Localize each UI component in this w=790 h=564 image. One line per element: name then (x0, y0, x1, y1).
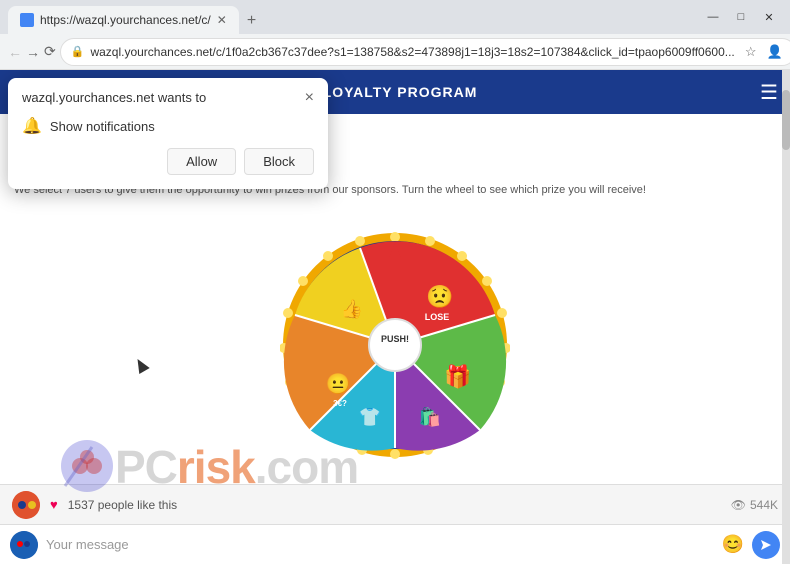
emoji-button[interactable]: 😊 (722, 534, 744, 555)
svg-text:👕: 👕 (359, 407, 381, 427)
page-content: LOYALTY PROGRAM ☰ Thursday, 28 January 2… (0, 70, 790, 564)
comment-bar: Your message 😊 (0, 524, 790, 564)
svg-text:LOSE: LOSE (425, 312, 450, 322)
eye-icon: 👁 (731, 498, 746, 512)
likes-count: 1537 people like this (68, 498, 177, 512)
new-tab-button[interactable]: + (239, 8, 264, 34)
toolbar: ← → ⟳ 🔒 wazql.yourchances.net/c/1f0a2cb3… (0, 34, 790, 70)
site-header-menu-icon[interactable]: ☰ (760, 80, 778, 105)
svg-text:😟: 😟 (426, 284, 453, 309)
allow-button[interactable]: Allow (167, 148, 236, 175)
comment-input[interactable]: Your message (46, 537, 714, 552)
block-button[interactable]: Block (244, 148, 314, 175)
popup-close-button[interactable]: × (305, 90, 314, 106)
minimize-button[interactable]: — (700, 7, 726, 27)
comment-avatar (10, 531, 38, 559)
site-header-title: LOYALTY PROGRAM (323, 84, 478, 100)
forward-button[interactable]: → (26, 38, 40, 66)
popup-header: wazql.yourchances.net wants to × (22, 90, 314, 106)
bell-icon: 🔔 (22, 116, 42, 136)
window-controls: — □ ✕ (700, 7, 782, 27)
maximize-button[interactable]: □ (728, 7, 754, 27)
send-button[interactable] (752, 531, 780, 559)
svg-text:😐: 😐 (326, 372, 351, 395)
security-icon: 🔒 (71, 45, 85, 58)
tab-title: https://wazql.yourchances.net/c/ (40, 13, 211, 27)
active-tab[interactable]: https://wazql.yourchances.net/c/ ✕ (8, 6, 239, 34)
back-button[interactable]: ← (8, 38, 22, 66)
social-bar: ♥ 1537 people like this 👁 544K (0, 484, 790, 524)
address-bar-icons: ☆ 👤 (741, 42, 785, 62)
close-button[interactable]: ✕ (756, 7, 782, 27)
popup-buttons: Allow Block (22, 148, 314, 175)
svg-text:🛍️: 🛍️ (419, 406, 441, 427)
profile-icon[interactable]: 👤 (765, 42, 785, 62)
popup-notification-text: Show notifications (50, 119, 155, 134)
tab-favicon (20, 13, 34, 27)
bookmark-star-icon[interactable]: ☆ (741, 42, 761, 62)
notification-popup: wazql.yourchances.net wants to × 🔔 Show … (8, 78, 328, 189)
svg-text:🎁: 🎁 (444, 364, 471, 389)
heart-icon: ♥ (50, 497, 58, 512)
browser-window: https://wazql.yourchances.net/c/ ✕ + — □… (0, 0, 790, 564)
wheel-container: 😟 LOSE 🎁 🛍️ 👕 😐 3€? 👍 (0, 206, 790, 484)
tab-bar: https://wazql.yourchances.net/c/ ✕ + (8, 0, 264, 34)
url-text: wazql.yourchances.net/c/1f0a2cb367c37dee… (90, 45, 734, 59)
address-bar[interactable]: 🔒 wazql.yourchances.net/c/1f0a2cb367c37d… (60, 38, 790, 66)
scrollbar[interactable] (782, 70, 790, 564)
prize-wheel[interactable]: 😟 LOSE 🎁 🛍️ 👕 😐 3€? 👍 (280, 230, 510, 460)
title-bar: https://wazql.yourchances.net/c/ ✕ + — □… (0, 0, 790, 34)
views-container: 👁 544K (731, 498, 778, 512)
refresh-button[interactable]: ⟳ (44, 38, 56, 66)
popup-notification-row: 🔔 Show notifications (22, 116, 314, 136)
svg-text:PUSH!: PUSH! (381, 334, 409, 344)
views-count: 544K (750, 498, 778, 512)
popup-title: wazql.yourchances.net wants to (22, 90, 206, 105)
svg-text:👍: 👍 (341, 298, 363, 319)
scrollbar-thumb[interactable] (782, 90, 790, 150)
avatar (12, 491, 40, 519)
tab-close-button[interactable]: ✕ (217, 13, 227, 27)
svg-text:3€?: 3€? (333, 399, 347, 408)
